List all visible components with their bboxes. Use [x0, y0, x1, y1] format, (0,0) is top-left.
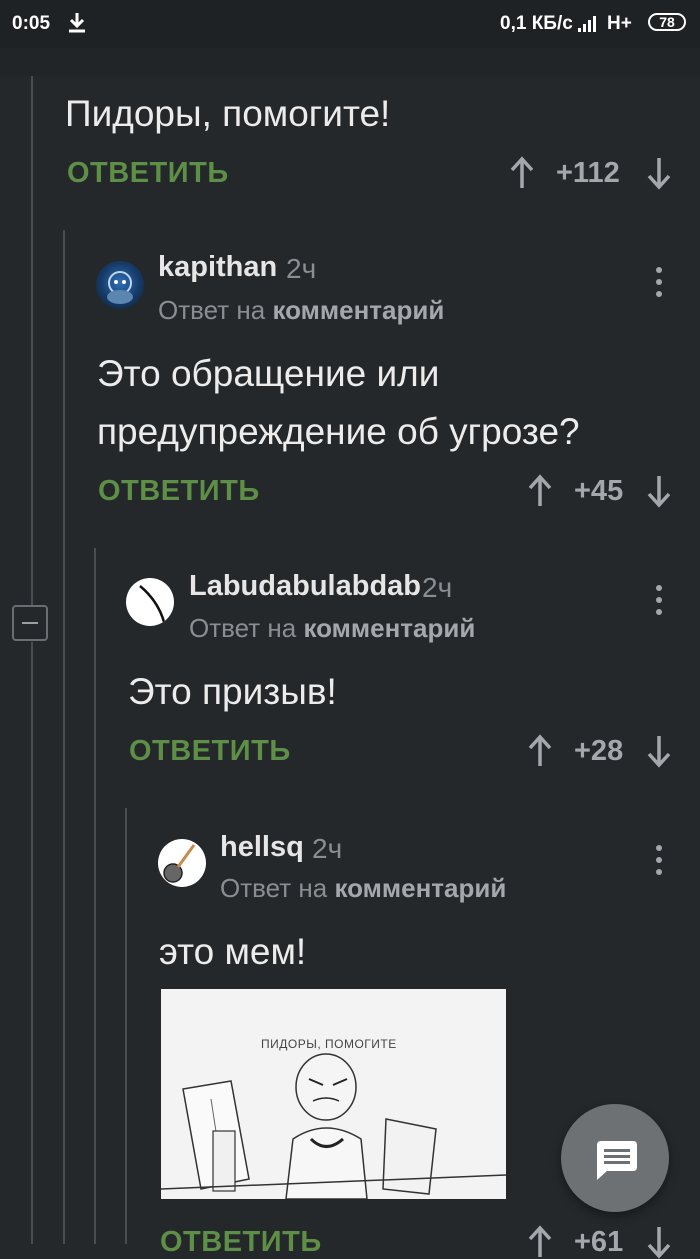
reply-to-link[interactable]: комментарий — [334, 873, 506, 903]
comment-score: +28 — [574, 735, 624, 767]
comment-text: Это призыв! — [128, 671, 337, 712]
reply-to-line: Ответ на комментарий — [220, 873, 506, 904]
reply-to-line: Ответ на комментарий — [189, 613, 475, 644]
reply-to-prefix: Ответ на — [158, 295, 266, 325]
comment-text: Это обращение или предупреждение об угро… — [97, 345, 580, 461]
thread-line-level-0 — [31, 76, 33, 606]
username[interactable]: Labudabulabdab — [189, 570, 421, 603]
chat-icon — [597, 1141, 637, 1180]
reply-to-prefix: Ответ на — [220, 873, 328, 903]
meme-drawing — [161, 1053, 506, 1199]
more-vert-icon[interactable] — [655, 845, 663, 875]
thread-line-level-0 — [31, 642, 33, 1244]
comment-image[interactable]: ПИДОРЫ, ПОМОГИТЕ — [161, 989, 506, 1199]
collapse-thread-button[interactable] — [12, 605, 48, 641]
network-type: H+ — [607, 13, 632, 34]
comment-score: +61 — [574, 1226, 624, 1258]
avatar[interactable] — [158, 839, 206, 887]
comment-text: это мем! — [159, 931, 307, 972]
arrow-down-icon[interactable] — [646, 1225, 672, 1259]
comment-time: 2ч — [286, 253, 317, 284]
arrow-up-icon[interactable] — [527, 734, 553, 768]
comment-score: +45 — [574, 475, 624, 507]
comment-score: +112 — [556, 157, 620, 189]
comment-fab-button[interactable] — [561, 1104, 669, 1212]
avatar[interactable] — [126, 578, 174, 626]
comment-text: Пидоры, помогите! — [65, 93, 391, 134]
thread-line-level-3 — [125, 808, 127, 1244]
battery-indicator: 78 — [648, 13, 686, 31]
avatar-image — [163, 844, 196, 883]
arrow-up-icon[interactable] — [509, 156, 535, 190]
arrow-down-icon[interactable] — [646, 474, 672, 508]
avatar[interactable] — [96, 261, 144, 309]
status-time: 0:05 — [12, 13, 51, 34]
arrow-up-icon[interactable] — [527, 474, 553, 508]
network-speed: 0,1 КБ/с — [500, 13, 573, 34]
username[interactable]: kapithan — [158, 251, 277, 284]
comment-time: 2ч — [422, 572, 453, 603]
avatar-image — [107, 271, 133, 304]
reply-button[interactable]: ОТВЕТИТЬ — [98, 475, 260, 508]
reply-to-link[interactable]: комментарий — [303, 613, 475, 643]
more-vert-icon[interactable] — [655, 267, 663, 297]
arrow-down-icon[interactable] — [646, 734, 672, 768]
status-bar: 0:05 0,1 КБ/с H+ 78 — [0, 0, 700, 48]
signal-icon — [578, 16, 596, 32]
comment-text-line: Это обращение или — [97, 353, 440, 394]
arrow-down-icon[interactable] — [646, 156, 672, 190]
more-vert-icon[interactable] — [655, 585, 663, 615]
reply-to-line: Ответ на комментарий — [158, 295, 444, 326]
minus-icon — [22, 622, 38, 624]
toolbar-shadow — [0, 48, 700, 76]
comment-time: 2ч — [312, 833, 343, 864]
reply-button[interactable]: ОТВЕТИТЬ — [129, 735, 291, 768]
reply-button[interactable]: ОТВЕТИТЬ — [160, 1226, 322, 1259]
thread-line-level-1 — [63, 230, 65, 1244]
avatar-image — [139, 585, 166, 623]
download-icon — [69, 13, 85, 33]
thread-line-level-2 — [94, 548, 96, 1244]
username[interactable]: hellsq — [220, 831, 304, 864]
reply-to-prefix: Ответ на — [189, 613, 297, 643]
comment-text-line: предупреждение об угрозе? — [97, 411, 580, 452]
arrow-up-icon[interactable] — [527, 1225, 553, 1259]
reply-to-link[interactable]: комментарий — [272, 295, 444, 325]
image-caption: ПИДОРЫ, ПОМОГИТЕ — [261, 1037, 397, 1051]
reply-button[interactable]: ОТВЕТИТЬ — [67, 157, 229, 190]
